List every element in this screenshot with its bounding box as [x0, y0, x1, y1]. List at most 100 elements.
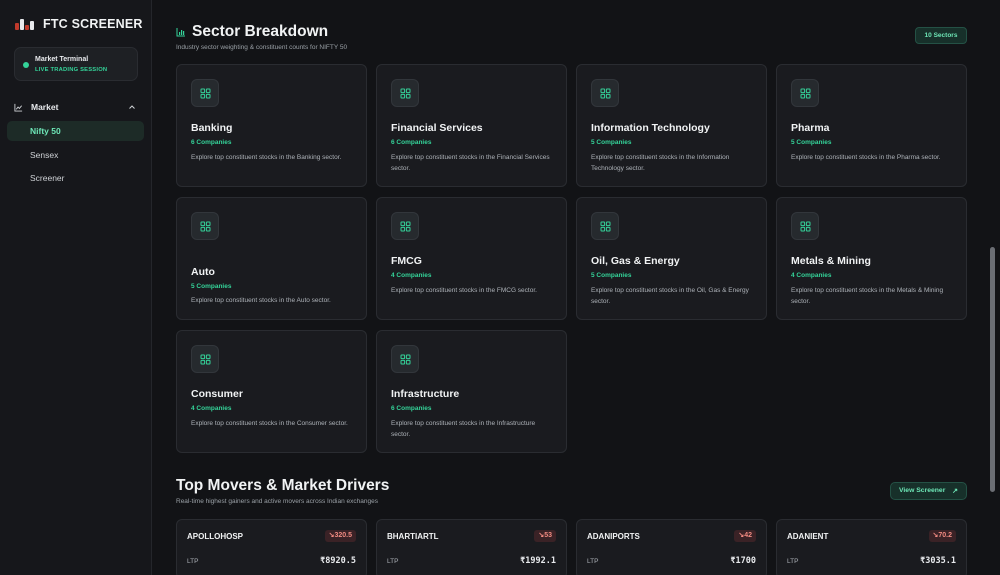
top-movers-subtitle: Real-time highest gainers and active mov…	[176, 498, 378, 505]
grid-icon	[791, 79, 819, 107]
stock-change-badge: ↘70.2	[928, 530, 956, 542]
stock-price: ₹3035.1	[920, 556, 956, 566]
sector-card[interactable]: Consumer 4 Companies Explore top constitue…	[176, 330, 367, 453]
sector-name: FMCG	[391, 255, 422, 267]
ltp-label: LTP	[587, 558, 599, 565]
market-terminal-card: Market Terminal LIVE TRADING SESSION	[14, 47, 138, 81]
sector-company-count: 6 Companies	[391, 405, 432, 412]
sector-description: Explore top constituent stocks in the Fi…	[391, 154, 550, 172]
sector-card[interactable]: Auto 5 Companies Explore top constituent s…	[176, 197, 367, 320]
page-title: Sector Breakdown	[192, 23, 329, 40]
sector-description: Explore top constituent stocks in the Co…	[191, 420, 348, 427]
sector-card[interactable]: Metals & Mining 4 Companies Explore top co…	[776, 197, 967, 320]
sector-description: Explore top constituent stocks in the In…	[591, 154, 730, 172]
view-screener-label: View Screener	[899, 487, 946, 494]
stock-change-value: 42	[744, 532, 752, 539]
sector-name: Banking	[191, 122, 233, 134]
sector-name: Metals & Mining	[791, 255, 871, 267]
sector-name: Pharma	[791, 122, 830, 134]
stock-card[interactable]: ADANIPORTS ↘42 LTP ₹1700	[576, 519, 767, 575]
sector-name: Financial Services	[391, 122, 483, 134]
nav-group-label: Market	[31, 102, 59, 112]
sector-company-count: 4 Companies	[791, 272, 832, 279]
stock-symbol: ADANIPORTS	[587, 532, 640, 541]
top-movers-title: Top Movers & Market Drivers	[176, 477, 390, 494]
grid-icon	[791, 212, 819, 240]
sector-name: Consumer	[191, 388, 243, 400]
scrollbar-thumb[interactable]	[990, 247, 995, 492]
stock-symbol: BHARTIARTL	[387, 532, 439, 541]
sector-name: Oil, Gas & Energy	[591, 255, 680, 267]
brand-logo-icon	[15, 16, 35, 32]
sector-company-count: 6 Companies	[191, 139, 232, 146]
stock-change-badge: ↘320.5	[324, 530, 356, 542]
sector-description: Explore top constituent stocks in the FM…	[391, 287, 537, 294]
stock-card[interactable]: ADANIENT ↘70.2 LTP ₹3035.1	[776, 519, 967, 575]
stock-symbol: APOLLOHOSP	[187, 532, 244, 541]
chevron-up-icon[interactable]	[128, 103, 136, 111]
stock-symbol: ADANIENT	[787, 532, 829, 541]
grid-icon	[391, 212, 419, 240]
sector-company-count: 5 Companies	[191, 283, 232, 290]
sidebar-item-nifty-50[interactable]: Nifty 50	[7, 121, 144, 141]
grid-icon	[591, 79, 619, 107]
sector-subtitle: Industry sector weighting & constituent …	[176, 44, 348, 51]
sector-breakdown-header: Sector Breakdown Industry sector weighti…	[176, 23, 347, 51]
sector-name: Information Technology	[591, 122, 710, 134]
sector-count-badge: 10 Sectors	[915, 27, 967, 44]
sector-card[interactable]: Pharma 5 Companies Explore top constituent…	[776, 64, 967, 187]
stock-change-badge: ↘53	[534, 530, 556, 542]
terminal-title: Market Terminal	[35, 56, 89, 63]
sector-company-count: 4 Companies	[391, 272, 432, 279]
stock-change-value: 53	[544, 532, 552, 539]
sidebar-item-sensex[interactable]: Sensex	[7, 145, 144, 165]
sidebar-item-screener[interactable]: Screener	[7, 168, 144, 188]
nav-group-market[interactable]: Market	[14, 100, 138, 114]
grid-icon	[391, 345, 419, 373]
sector-card[interactable]: Infrastructure 6 Companies Explore top con…	[376, 330, 567, 453]
sector-company-count: 4 Companies	[191, 405, 232, 412]
sector-description: Explore top constituent stocks in the Me…	[791, 287, 944, 305]
grid-icon	[591, 212, 619, 240]
sector-description: Explore top constituent stocks in the In…	[391, 420, 536, 438]
sector-card[interactable]: Oil, Gas & Energy 5 Companies Explore top …	[576, 197, 767, 320]
stock-card[interactable]: APOLLOHOSP ↘320.5 LTP ₹8920.5	[176, 519, 367, 575]
brand-title: FTC SCREENER	[43, 17, 143, 31]
line-chart-icon	[14, 103, 23, 112]
top-movers-header: Top Movers & Market Drivers Real-time hi…	[176, 477, 389, 505]
sector-name: Infrastructure	[391, 388, 460, 400]
grid-icon	[191, 345, 219, 373]
stock-card[interactable]: BHARTIARTL ↘53 LTP ₹1992.1	[376, 519, 567, 575]
live-status-dot	[23, 62, 29, 68]
sector-description: Explore top constituent stocks in the Au…	[191, 297, 331, 304]
grid-icon	[191, 79, 219, 107]
sector-name: Auto	[191, 266, 215, 278]
terminal-status: LIVE TRADING SESSION	[35, 67, 108, 73]
stock-price: ₹1700	[730, 556, 756, 566]
stock-price: ₹1992.1	[520, 556, 556, 566]
sector-card[interactable]: FMCG 4 Companies Explore top constituent s…	[376, 197, 567, 320]
grid-icon	[191, 212, 219, 240]
sidebar: FTC SCREENER Market Terminal LIVE TRADIN…	[0, 0, 152, 575]
stock-change-value: 320.5	[334, 532, 352, 539]
sector-description: Explore top constituent stocks in the Ba…	[191, 154, 342, 161]
sector-description: Explore top constituent stocks in the Oi…	[591, 287, 749, 305]
sector-company-count: 5 Companies	[591, 272, 632, 279]
ltp-label: LTP	[187, 558, 199, 565]
sector-card[interactable]: Information Technology 5 Companies Explore…	[576, 64, 767, 187]
stock-price: ₹8920.5	[320, 556, 356, 566]
sector-company-count: 5 Companies	[591, 139, 632, 146]
brand[interactable]: FTC SCREENER	[15, 16, 143, 32]
sector-description: Explore top constituent stocks in the Ph…	[791, 154, 941, 161]
ltp-label: LTP	[787, 558, 799, 565]
sector-card[interactable]: Banking 6 Companies Explore top constituen…	[176, 64, 367, 187]
bar-chart-icon	[176, 28, 185, 37]
sector-company-count: 5 Companies	[791, 139, 832, 146]
stock-change-value: 70.2	[938, 532, 952, 539]
grid-icon	[391, 79, 419, 107]
arrow-up-right-icon: ↗	[952, 488, 958, 495]
sector-card[interactable]: Financial Services 6 Companies Explore top…	[376, 64, 567, 187]
sector-company-count: 6 Companies	[391, 139, 432, 146]
view-screener-button[interactable]: View Screener ↗	[890, 482, 967, 500]
stock-change-badge: ↘42	[734, 530, 756, 542]
